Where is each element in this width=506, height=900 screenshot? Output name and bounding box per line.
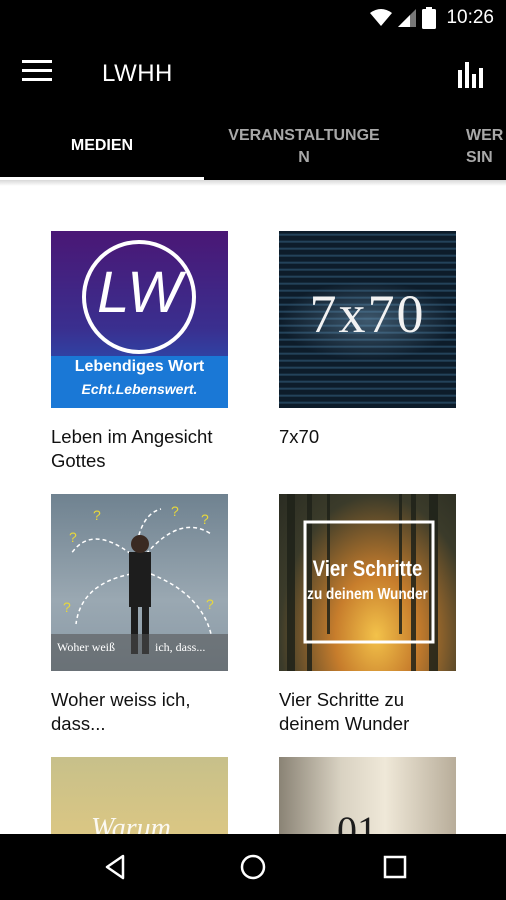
- cover-logo-text: LW: [97, 260, 182, 325]
- media-card[interactable]: ??? ??? Woher weiß ich, dass... Woher we…: [51, 494, 231, 736]
- home-icon[interactable]: [238, 852, 268, 882]
- wifi-icon: [370, 9, 393, 26]
- media-thumbnail: 7x70: [279, 231, 456, 408]
- cover-title: 01: [337, 808, 377, 834]
- media-thumbnail: ??? ??? Woher weiß ich, dass...: [51, 494, 228, 671]
- media-card[interactable]: Vier Schritte zu deinem Wunder Vier Schr…: [279, 494, 459, 736]
- media-thumbnail: LW Lebendiges Wort Echt.Lebenswert.: [51, 231, 228, 408]
- navigation-bar: [0, 834, 506, 900]
- svg-text:?: ?: [93, 507, 101, 523]
- tab-label: VERANSTALTUNGEN: [228, 127, 380, 166]
- media-thumbnail: Warum: [51, 757, 228, 834]
- media-thumbnail: 01: [279, 757, 456, 834]
- cover-subtitle-2: Echt.Lebenswert.: [81, 381, 198, 397]
- media-card[interactable]: 01: [279, 757, 459, 834]
- tab-label: WERSIN: [466, 127, 504, 166]
- cell-signal-icon: [398, 9, 417, 27]
- media-card[interactable]: 7x70 7x70: [279, 231, 459, 449]
- media-title: Woher weiss ich, dass...: [51, 689, 191, 734]
- svg-text:?: ?: [171, 503, 179, 519]
- back-icon[interactable]: [100, 852, 130, 882]
- menu-button[interactable]: [22, 60, 52, 88]
- media-card[interactable]: Warum: [51, 757, 231, 834]
- cover-subtitle-1: Lebendiges Wort: [74, 358, 205, 375]
- status-time: 10:26: [446, 7, 494, 28]
- recents-icon[interactable]: [380, 852, 410, 882]
- svg-text:?: ?: [206, 596, 214, 612]
- cover-caption-1: Woher weiß: [57, 640, 116, 654]
- svg-text:?: ?: [69, 529, 77, 545]
- battery-icon: [422, 7, 437, 29]
- app-bar: LWHH: [0, 36, 506, 112]
- bar-chart-icon[interactable]: [456, 58, 486, 88]
- menu-icon-line: [22, 78, 52, 81]
- tab-bar: MEDIEN VERANSTALTUNGEN WERSIN: [0, 112, 506, 180]
- cover-title-1: Vier Schritte: [312, 556, 423, 581]
- cover-title: Warum: [91, 813, 171, 834]
- svg-text:?: ?: [201, 511, 209, 527]
- tab-label: MEDIEN: [70, 137, 134, 154]
- cover-logo-text: 7x70: [309, 284, 426, 344]
- media-card[interactable]: LW Lebendiges Wort Echt.Lebenswert. Lebe…: [51, 231, 231, 473]
- media-thumbnail: Vier Schritte zu deinem Wunder: [279, 494, 456, 671]
- status-bar: 10:26: [0, 0, 506, 36]
- menu-icon: [22, 60, 52, 63]
- cover-caption-2: ich, dass...: [155, 640, 206, 654]
- media-title: 7x70: [279, 426, 320, 447]
- app-title: LWHH: [102, 60, 173, 87]
- tab-medien[interactable]: MEDIEN: [0, 112, 204, 180]
- status-icons: 10:26: [370, 6, 494, 30]
- cover-trees: [287, 494, 438, 671]
- tab-veranstaltungen[interactable]: VERANSTALTUNGEN: [220, 112, 388, 180]
- menu-icon-line: [22, 69, 52, 72]
- media-title: Leben im Angesicht Gottes: [51, 426, 213, 471]
- svg-text:?: ?: [63, 599, 71, 615]
- media-grid: LW Lebendiges Wort Echt.Lebenswert. Lebe…: [0, 186, 506, 834]
- media-title: Vier Schritte zu deinem Wunder: [279, 689, 410, 734]
- tab-wersin[interactable]: WERSIN: [466, 112, 506, 180]
- cover-title-2: zu deinem Wunder: [307, 586, 428, 603]
